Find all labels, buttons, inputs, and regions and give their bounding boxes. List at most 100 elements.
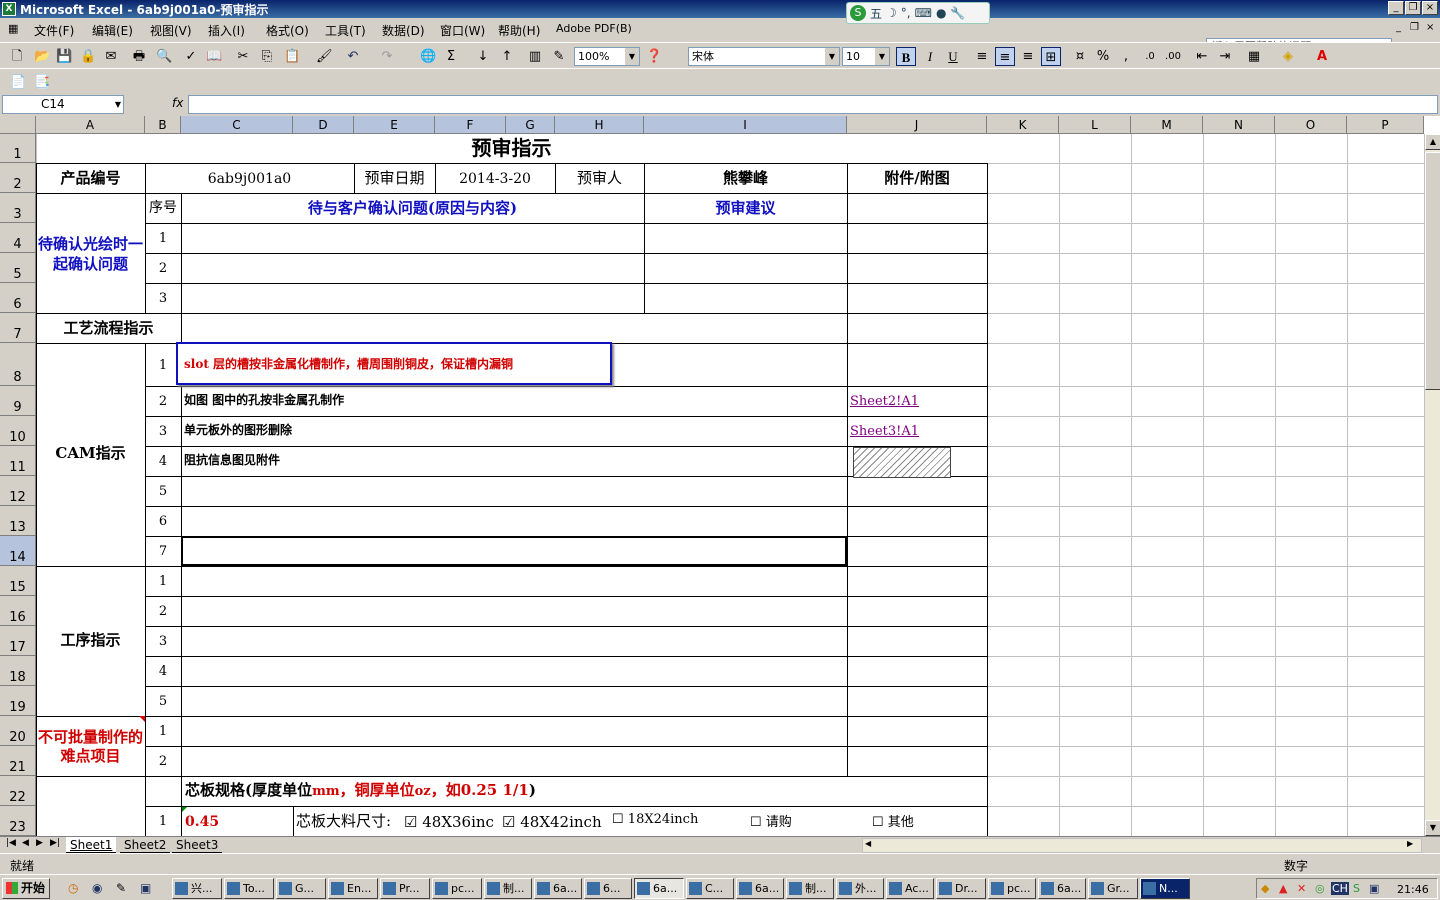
menu-window[interactable]: 窗口(W) xyxy=(440,22,485,39)
step-seq[interactable]: 1 xyxy=(145,575,181,588)
confirm-seq[interactable]: 3 xyxy=(145,292,181,305)
col-header-c[interactable]: C xyxy=(181,116,293,134)
taskbar-item[interactable]: 兴... xyxy=(172,878,222,899)
ime-settings-icon[interactable]: 🔧 xyxy=(950,6,965,20)
chart-wizard-icon[interactable]: ▥ xyxy=(528,47,542,66)
hard-seq[interactable]: 1 xyxy=(145,725,181,738)
impedance-image-thumbnail[interactable] xyxy=(853,447,951,478)
row-header[interactable]: 22 xyxy=(0,776,36,806)
col-header-a[interactable]: A xyxy=(36,116,145,134)
permission-icon[interactable]: 🔒 xyxy=(80,47,96,66)
help-icon[interactable]: ❓ xyxy=(646,47,662,66)
fill-color-icon[interactable]: ◈ xyxy=(1278,47,1298,66)
merge-center-icon[interactable]: ⊞ xyxy=(1041,47,1061,66)
chevron-down-icon[interactable]: ▼ xyxy=(825,48,839,65)
checkbox-icon[interactable]: ☐ xyxy=(872,815,884,830)
spelling-icon[interactable]: ✓ xyxy=(184,47,198,66)
drawing-icon[interactable]: ✎ xyxy=(552,47,566,66)
sheet2-link[interactable]: Sheet2!A1 xyxy=(850,395,919,408)
row-header[interactable]: 4 xyxy=(0,223,36,253)
excel-app-icon[interactable]: X xyxy=(2,2,16,16)
active-cell-c14[interactable] xyxy=(181,536,847,566)
cam-seq[interactable]: 3 xyxy=(145,425,181,438)
menu-file[interactable]: 文件(F) xyxy=(34,22,74,39)
scroll-down-icon[interactable]: ▼ xyxy=(1425,820,1440,836)
product-label[interactable]: 产品编号 xyxy=(36,171,145,186)
sheet-title[interactable]: 预审指示 xyxy=(36,138,987,158)
step-seq[interactable]: 5 xyxy=(145,695,181,708)
attach-label[interactable]: 附件/附图 xyxy=(847,171,987,186)
worksheet-grid[interactable]: A B C D E F G H I J K L M N O P 1 2 3 4 … xyxy=(0,116,1440,836)
ie-icon[interactable]: ◉ xyxy=(92,881,102,895)
taskbar-item[interactable]: Gr... xyxy=(1088,878,1138,899)
step-seq[interactable]: 4 xyxy=(145,665,181,678)
prev-sheet-icon[interactable]: ◀ xyxy=(22,838,29,848)
taskbar-item[interactable]: 6a... xyxy=(534,878,582,899)
taskbar-item[interactable]: 6a... xyxy=(1038,878,1086,899)
pdf-email-icon[interactable]: 📑 xyxy=(34,73,50,92)
menu-view[interactable]: 视图(V) xyxy=(150,22,192,39)
taskbar-item[interactable]: 制... xyxy=(786,878,834,899)
clock-app-icon[interactable]: ◷ xyxy=(68,881,78,895)
core-option-18x24[interactable]: ☐ 18X24inch xyxy=(612,813,698,826)
col-header-j[interactable]: J xyxy=(847,116,987,134)
cam-item[interactable]: 单元板外的图形删除 xyxy=(184,424,292,436)
workbook-icon[interactable]: ▦ xyxy=(8,22,18,35)
process-label[interactable]: 工艺流程指示 xyxy=(36,321,181,336)
taskbar-item[interactable]: G... xyxy=(276,878,326,899)
ime-moon-icon[interactable]: ☽ xyxy=(886,6,897,20)
col-header-o[interactable]: O xyxy=(1275,116,1347,134)
menu-adobe-pdf[interactable]: Adobe PDF(B) xyxy=(556,22,632,35)
new-icon[interactable]: 🗋 xyxy=(10,47,24,66)
increase-decimal-icon[interactable]: .0 xyxy=(1140,47,1160,66)
notepad-icon[interactable]: ✎ xyxy=(116,881,126,895)
confirm-seq[interactable]: 2 xyxy=(145,262,181,275)
step-seq[interactable]: 3 xyxy=(145,635,181,648)
zoom-select[interactable]: 100% ▼ xyxy=(574,47,640,66)
col-header-e[interactable]: E xyxy=(354,116,435,134)
ime-logo-icon[interactable]: S xyxy=(850,5,866,21)
row-header[interactable]: 5 xyxy=(0,253,36,283)
open-icon[interactable]: 📂 xyxy=(34,47,50,66)
checkbox-checked-icon[interactable]: ☑ xyxy=(502,813,515,831)
menu-tools[interactable]: 工具(T) xyxy=(325,22,366,39)
close-button[interactable]: × xyxy=(1422,1,1438,15)
confirm-header[interactable]: 待与客户确认问题(原因与内容) xyxy=(181,201,644,216)
taskbar-item[interactable]: pc... xyxy=(432,878,482,899)
confirm-section-label[interactable]: 待确认光绘时一起确认问题 xyxy=(38,234,143,274)
cam-seq[interactable]: 2 xyxy=(145,395,181,408)
align-left-icon[interactable]: ≡ xyxy=(972,47,992,66)
copy-icon[interactable]: ⎘ xyxy=(260,47,274,66)
row-header[interactable]: 17 xyxy=(0,626,36,656)
fx-icon[interactable]: fx xyxy=(172,96,183,110)
step-label[interactable]: 工序指示 xyxy=(36,633,145,648)
ime-keyboard-icon[interactable]: ⌨ xyxy=(915,6,932,20)
tray-red-icon[interactable]: ▲ xyxy=(1279,882,1287,895)
row-header[interactable]: 13 xyxy=(0,506,36,536)
increase-indent-icon[interactable]: ⇥ xyxy=(1215,47,1235,66)
cam-seq[interactable]: 7 xyxy=(145,545,181,558)
date-value[interactable]: 2014-3-20 xyxy=(435,172,555,186)
confirm-seq[interactable]: 1 xyxy=(145,232,181,245)
cam-seq[interactable]: 4 xyxy=(145,455,181,468)
row-header[interactable]: 19 xyxy=(0,686,36,716)
row-header[interactable]: 10 xyxy=(0,416,36,446)
currency-icon[interactable]: ¤ xyxy=(1070,47,1090,66)
taskbar-item[interactable]: Ac... xyxy=(886,878,934,899)
pdf-convert-icon[interactable]: 📄 xyxy=(10,73,26,92)
tray-ime-icon[interactable]: S xyxy=(1353,882,1360,895)
col-header-f[interactable]: F xyxy=(435,116,506,134)
checkbox-checked-icon[interactable]: ☑ xyxy=(404,813,417,831)
hard-seq[interactable]: 2 xyxy=(145,755,181,768)
percent-button[interactable]: % xyxy=(1093,47,1113,66)
select-all-corner[interactable] xyxy=(0,116,36,134)
core-option-purchase[interactable]: ☐ 请购 xyxy=(750,816,792,829)
core-thickness-value[interactable]: 0.45 xyxy=(185,815,219,829)
taskbar-item[interactable]: 制... xyxy=(484,878,532,899)
comma-button[interactable]: , xyxy=(1116,47,1136,66)
taskbar-item[interactable]: 6... xyxy=(584,878,632,899)
autosum-icon[interactable]: Σ xyxy=(444,47,458,66)
person-value[interactable]: 熊攀峰 xyxy=(644,171,847,186)
hard-items-label[interactable]: 不可批量制作的难点项目 xyxy=(38,728,143,766)
cam-label[interactable]: CAM指示 xyxy=(36,446,145,461)
